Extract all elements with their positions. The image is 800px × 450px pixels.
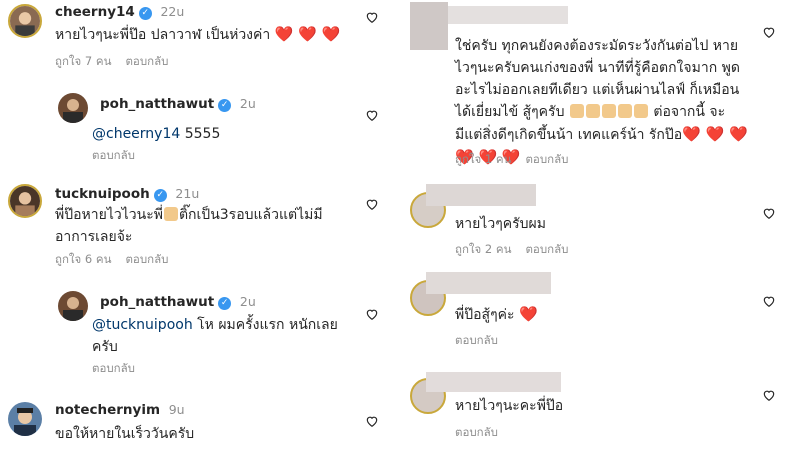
like-heart-icon[interactable]: [365, 197, 379, 211]
comment-username[interactable]: tucknuipooh ✓ 21u: [55, 186, 199, 202]
reply-username[interactable]: poh_natthawut ✓ 2u: [100, 96, 256, 112]
blurred-username: [426, 272, 551, 294]
blurred-username: [426, 372, 561, 392]
verified-badge-icon: ✓: [138, 7, 152, 20]
heart-emoji: ❤️ ❤️ ❤️: [682, 125, 748, 143]
reply-button[interactable]: ตอบกลับ: [92, 148, 135, 162]
like-heart-icon[interactable]: [365, 414, 379, 428]
reply-button[interactable]: ตอบกลับ: [455, 425, 498, 439]
flexed-biceps-emoji: [617, 104, 632, 118]
mention-link[interactable]: @tucknuipooh: [92, 317, 193, 333]
like-heart-icon[interactable]: [762, 25, 776, 39]
blurred-avatar: [410, 2, 448, 50]
comment-text: พี่ป๊อหายไวไวนะพี่ ติ๊กเป็น3รอบแล้วแต่ไม่…: [55, 207, 323, 245]
reply-button[interactable]: ตอบกลับ: [455, 333, 498, 347]
reply-text: @tucknuipooh โห ผมครั้งแรก หนักเลย ครับ: [92, 317, 338, 355]
comment-meta: ตอบกลับ: [455, 424, 512, 442]
comment-text: หายไวๆนะพี่ป๊อ ปลาวาฬ เป็นห่วงค่า ❤️ ❤️ …: [55, 25, 341, 43]
right-comment-column: ใช่ครับ ทุกคนยังคงต้องระมัดระวังกันต่อไป…: [400, 0, 800, 450]
heart-emoji: ❤️ ❤️ ❤️: [274, 25, 341, 43]
comment-text: หายไวๆนะคะพี่ป๊อ: [455, 398, 564, 414]
comment-blurred-3: พี่ป๊อสู้ๆค่ะ ❤️ ตอบกลับ: [400, 272, 800, 362]
victory-hand-emoji: [569, 104, 584, 118]
avatar[interactable]: [58, 93, 88, 123]
reply-time: 2u: [239, 294, 256, 309]
comment-meta: ถูกใจ 1 คน ตอบกลับ: [455, 151, 582, 169]
comment-meta: ตอบกลับ: [455, 332, 512, 350]
likes-count[interactable]: ถูกใจ 7 คน: [55, 54, 111, 68]
mention-link[interactable]: @cheerny14: [92, 126, 180, 142]
comment-meta: ถูกใจ 6 คน ตอบกลับ: [55, 251, 182, 269]
like-heart-icon[interactable]: [365, 10, 379, 24]
comment-blurred-4: หายไวๆนะคะพี่ป๊อ ตอบกลับ: [400, 370, 800, 450]
comment-tucknuipooh: tucknuipooh ✓ 21u พี่ป๊อหายไวไวนะพี่ ติ๊กเ…: [0, 180, 395, 270]
avatar[interactable]: [8, 4, 42, 38]
reply-text: @cheerny14 5555: [92, 126, 221, 142]
comment-text: พี่ป๊อสู้ๆค่ะ ❤️: [455, 305, 538, 323]
reply-button[interactable]: ตอบกลับ: [125, 54, 168, 68]
comment-time: 22u: [160, 4, 185, 19]
reply-poh-natthawut-2: poh_natthawut ✓ 2u @tucknuipooh โห ผมครั้…: [0, 283, 395, 383]
victory-hand-emoji: [585, 104, 600, 118]
likes-count[interactable]: ถูกใจ 2 คน: [455, 242, 511, 256]
reply-button[interactable]: ตอบกลับ: [92, 361, 135, 375]
reply-meta: ตอบกลับ: [92, 147, 149, 165]
reply-button[interactable]: ตอบกลับ: [525, 242, 568, 256]
avatar[interactable]: [8, 402, 42, 436]
blurred-username: [426, 184, 536, 206]
comment-username[interactable]: notechernyim 9u: [55, 402, 185, 418]
flexed-biceps-emoji: [601, 104, 616, 118]
verified-badge-icon: ✓: [153, 189, 167, 202]
comment-text: ใช่ครับ ทุกคนยังคงต้องระมัดระวังกันต่อไป…: [455, 38, 748, 166]
reply-meta: ตอบกลับ: [92, 360, 149, 378]
like-heart-icon[interactable]: [365, 307, 379, 321]
reply-button[interactable]: ตอบกลับ: [125, 252, 168, 266]
comment-time: 21u: [175, 186, 200, 201]
comment-blurred-1: ใช่ครับ ทุกคนยังคงต้องระมัดระวังกันต่อไป…: [400, 0, 800, 170]
heart-emoji: ❤️: [518, 305, 538, 323]
verified-badge-icon: ✓: [218, 297, 232, 310]
like-heart-icon[interactable]: [762, 206, 776, 220]
like-heart-icon[interactable]: [762, 294, 776, 308]
flexed-biceps-emoji: [633, 104, 648, 118]
likes-count[interactable]: ถูกใจ 1 คน: [455, 152, 511, 166]
flexed-biceps-emoji: [163, 207, 178, 221]
blurred-username: [448, 6, 568, 24]
comment-meta: ถูกใจ 2 คน ตอบกลับ: [455, 241, 582, 259]
comment-time: 9u: [168, 402, 185, 417]
avatar[interactable]: [58, 291, 88, 321]
comment-blurred-2: หายไวๆครับผม ถูกใจ 2 คน ตอบกลับ: [400, 182, 800, 262]
comment-notechernyim: notechernyim 9u ขอให้หายในเร็ววันครับ: [0, 397, 395, 450]
reply-username[interactable]: poh_natthawut ✓ 2u: [100, 294, 256, 310]
like-heart-icon[interactable]: [365, 108, 379, 122]
avatar[interactable]: [8, 184, 42, 218]
likes-count[interactable]: ถูกใจ 6 คน: [55, 252, 111, 266]
reply-time: 2u: [239, 96, 256, 111]
verified-badge-icon: ✓: [218, 99, 232, 112]
reply-button[interactable]: ตอบกลับ: [525, 152, 568, 166]
like-heart-icon[interactable]: [762, 388, 776, 402]
comment-cheerny14: cheerny14 ✓ 22u หายไวๆนะพี่ป๊อ ปลาวาฬ เป็…: [0, 0, 395, 80]
comment-text: หายไวๆครับผม: [455, 216, 546, 232]
reply-poh-natthawut-1: poh_natthawut ✓ 2u @cheerny14 5555 ตอบกลั…: [0, 88, 395, 168]
left-comment-column: cheerny14 ✓ 22u หายไวๆนะพี่ป๊อ ปลาวาฬ เป็…: [0, 0, 395, 450]
comment-text: ขอให้หายในเร็ววันครับ: [55, 426, 195, 442]
comment-username[interactable]: cheerny14 ✓ 22u: [55, 4, 184, 20]
comment-meta: ถูกใจ 7 คน ตอบกลับ: [55, 53, 182, 71]
